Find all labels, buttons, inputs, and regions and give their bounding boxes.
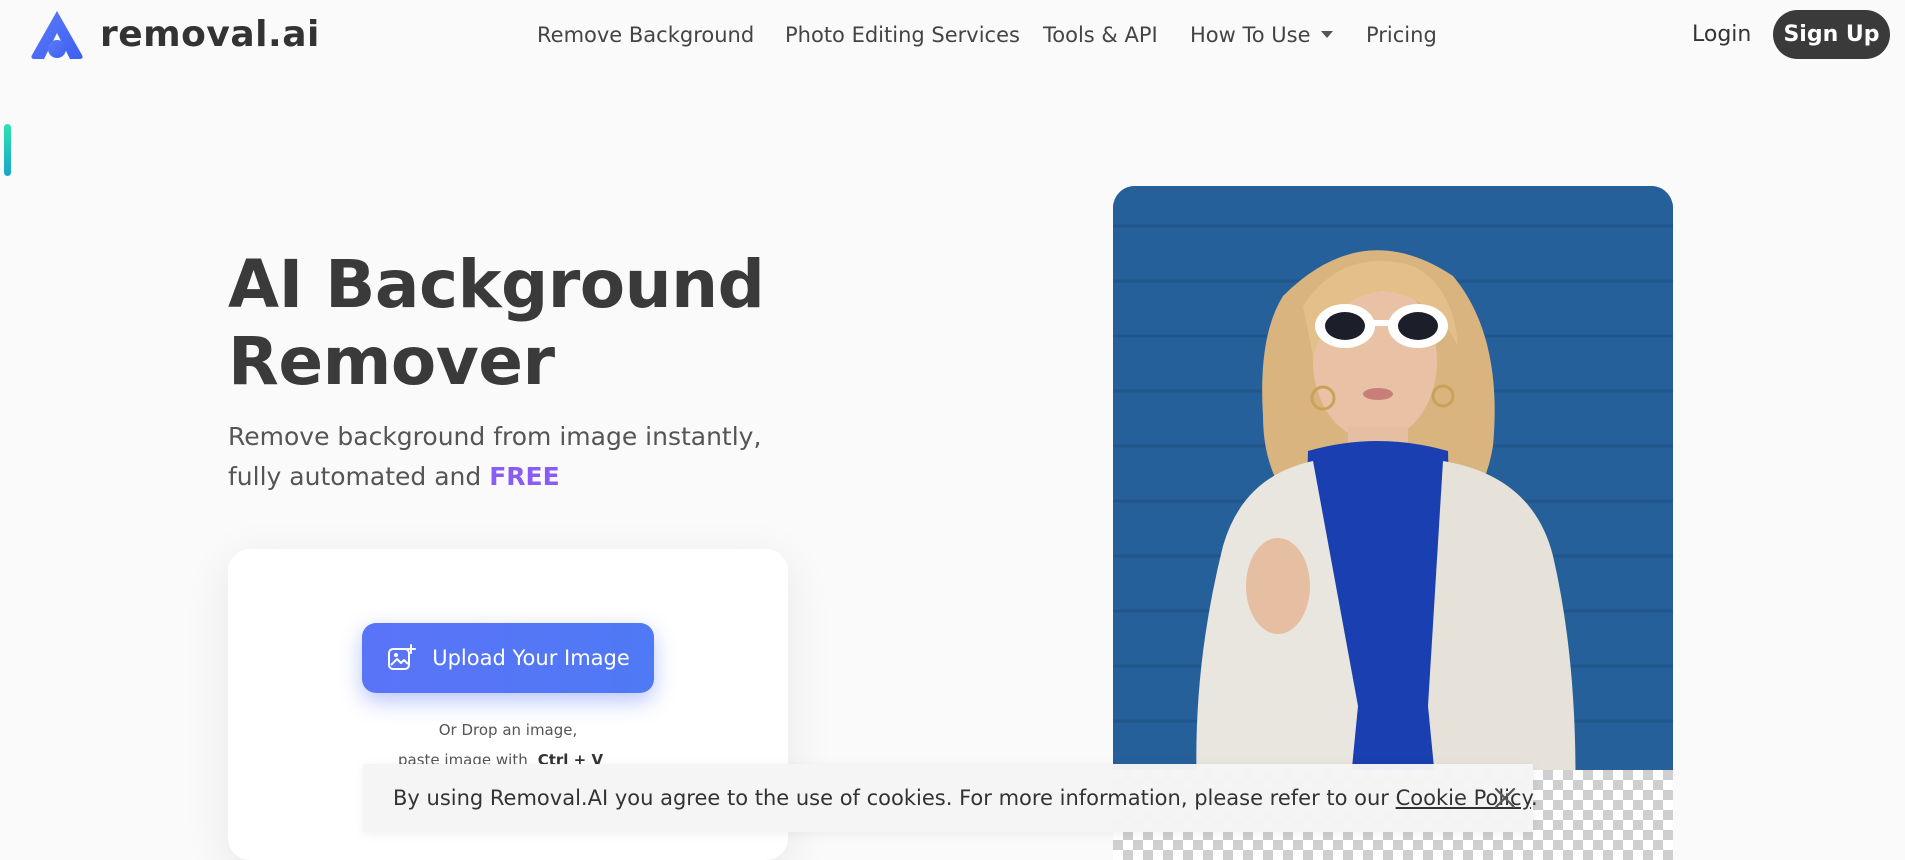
woman-photo-illustration: [1113, 186, 1673, 860]
sign-up-button[interactable]: Sign Up: [1773, 10, 1890, 59]
hero-title-line-1: AI Background: [228, 246, 765, 323]
image-upload-icon: [388, 644, 417, 670]
hero-subtitle-line-2: fully automated and FREE: [228, 457, 848, 497]
free-highlight: FREE: [489, 462, 560, 491]
nav-remove-background[interactable]: Remove Background: [537, 18, 754, 52]
cookie-text: By using Removal.AI you agree to the use…: [393, 786, 1396, 810]
main-nav: Remove Background Photo Editing Services…: [0, 18, 1905, 52]
upload-image-button[interactable]: Upload Your Image: [362, 623, 654, 693]
nav-tools-api[interactable]: Tools & API: [1043, 18, 1158, 52]
cookie-message: By using Removal.AI you agree to the use…: [393, 786, 1538, 810]
drop-hint: Or Drop an image,: [438, 721, 578, 739]
header: removal.ai Remove Background Photo Editi…: [0, 0, 1905, 70]
nav-pricing[interactable]: Pricing: [1366, 18, 1437, 52]
hero-image: [1113, 186, 1673, 860]
cookie-suffix: .: [1531, 786, 1538, 810]
hero-subtitle: Remove background from image instantly, …: [228, 417, 848, 497]
chevron-down-icon: [1320, 30, 1333, 38]
cookie-banner: By using Removal.AI you agree to the use…: [363, 764, 1538, 832]
hero-title: AI Background Remover: [228, 246, 765, 400]
hero-title-line-2: Remover: [228, 323, 555, 400]
upload-button-label: Upload Your Image: [432, 646, 630, 670]
nav-how-to-use[interactable]: How To Use: [1190, 18, 1333, 52]
hero-subtitle-text: fully automated and: [228, 462, 490, 491]
nav-how-to-use-label: How To Use: [1190, 23, 1311, 47]
close-icon[interactable]: [1493, 786, 1517, 810]
nav-photo-editing-services[interactable]: Photo Editing Services: [785, 18, 1020, 52]
hero-subtitle-line-1: Remove background from image instantly,: [228, 422, 762, 451]
login-link[interactable]: Login: [1692, 18, 1751, 52]
side-accent-bar: [4, 124, 11, 176]
